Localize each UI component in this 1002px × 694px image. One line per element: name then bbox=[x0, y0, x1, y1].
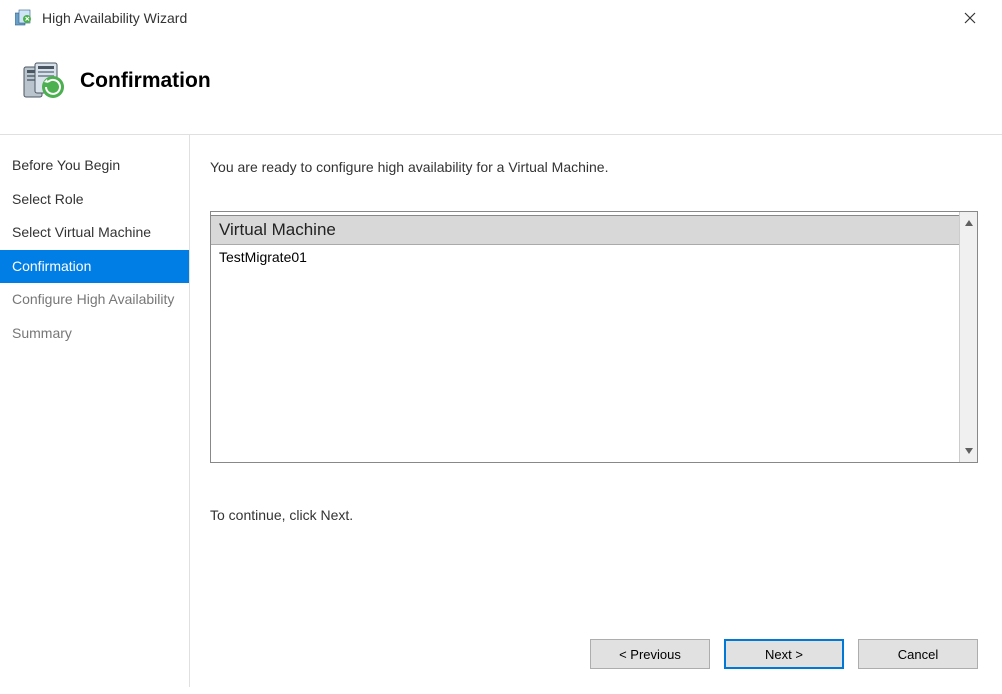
window-title: High Availability Wizard bbox=[42, 10, 187, 26]
intro-text: You are ready to configure high availabi… bbox=[210, 159, 978, 175]
vm-table-scrollbar[interactable] bbox=[959, 212, 977, 462]
confirmation-icon bbox=[20, 56, 70, 106]
step-configure-high-availability: Configure High Availability bbox=[0, 283, 189, 317]
page-title: Confirmation bbox=[80, 69, 211, 93]
step-before-you-begin[interactable]: Before You Begin bbox=[0, 149, 189, 183]
step-select-virtual-machine[interactable]: Select Virtual Machine bbox=[0, 216, 189, 250]
wizard-icon bbox=[14, 8, 34, 28]
step-confirmation[interactable]: Confirmation bbox=[0, 250, 189, 284]
next-button[interactable]: Next > bbox=[724, 639, 844, 669]
previous-button[interactable]: < Previous bbox=[590, 639, 710, 669]
vm-table-row[interactable]: TestMigrate01 bbox=[211, 245, 959, 269]
continue-hint: To continue, click Next. bbox=[210, 507, 978, 523]
step-select-role[interactable]: Select Role bbox=[0, 183, 189, 217]
scroll-down-icon[interactable] bbox=[965, 443, 973, 459]
content-pane: You are ready to configure high availabi… bbox=[190, 135, 1002, 687]
scroll-up-icon[interactable] bbox=[965, 215, 973, 231]
close-button[interactable] bbox=[950, 4, 990, 32]
vm-table-header: Virtual Machine bbox=[211, 216, 959, 245]
vm-table: Virtual Machine TestMigrate01 bbox=[210, 211, 978, 463]
step-summary: Summary bbox=[0, 317, 189, 351]
cancel-button[interactable]: Cancel bbox=[858, 639, 978, 669]
wizard-buttons: < Previous Next > Cancel bbox=[210, 599, 978, 669]
wizard-header: Confirmation bbox=[0, 38, 1002, 135]
wizard-steps-sidebar: Before You Begin Select Role Select Virt… bbox=[0, 135, 190, 687]
titlebar: High Availability Wizard bbox=[0, 0, 1002, 38]
